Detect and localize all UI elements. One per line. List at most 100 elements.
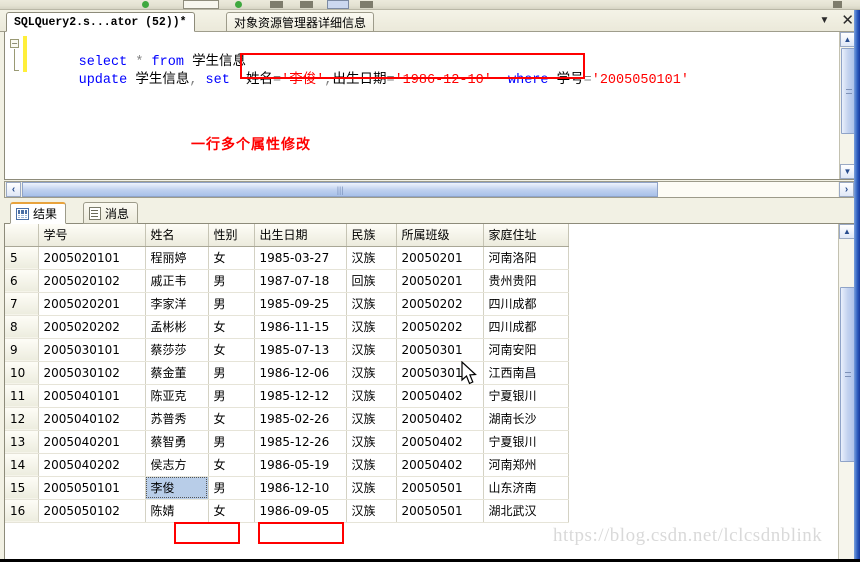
table-cell[interactable]: 1985-02-26: [254, 407, 347, 431]
table-row[interactable]: 12 2005040102 苏普秀女 1985-02-26 汉族 20050402 湖南长沙: [5, 407, 569, 431]
tab-messages[interactable]: 消息: [83, 202, 139, 224]
table-cell[interactable]: 男: [208, 361, 255, 385]
table-cell[interactable]: 汉族: [346, 384, 397, 408]
table-cell[interactable]: 男: [208, 384, 255, 408]
table-cell[interactable]: 2005030102: [38, 361, 146, 385]
table-cell[interactable]: 1985-09-25: [254, 292, 347, 316]
table-cell[interactable]: 2005050101: [38, 476, 146, 500]
close-icon[interactable]: ✕: [841, 13, 854, 28]
editor-scroll-thumb[interactable]: [841, 48, 855, 134]
row-number[interactable]: 8: [5, 315, 39, 339]
toolbar-overflow-icon[interactable]: [833, 1, 842, 8]
table-cell[interactable]: 20050301: [396, 338, 484, 362]
table-cell[interactable]: 回族: [346, 269, 397, 293]
table-cell[interactable]: 20050201: [396, 269, 484, 293]
table-cell[interactable]: 1986-09-05: [254, 499, 347, 523]
table-cell[interactable]: 1986-11-15: [254, 315, 347, 339]
table-cell[interactable]: 四川成都: [483, 292, 569, 316]
scroll-down-icon[interactable]: ▼: [840, 164, 855, 179]
table-cell[interactable]: 汉族: [346, 476, 397, 500]
table-cell[interactable]: 河南郑州: [483, 453, 569, 477]
column-header-zhuzhi[interactable]: 家庭住址: [483, 224, 569, 247]
editor-horizontal-scrollbar[interactable]: ‹ ||| ›: [4, 181, 856, 198]
table-cell[interactable]: 20050402: [396, 407, 484, 431]
table-cell[interactable]: 20050402: [396, 430, 484, 454]
scroll-right-icon[interactable]: ›: [839, 182, 854, 197]
table-cell[interactable]: 1986-12-06: [254, 361, 347, 385]
table-row[interactable]: 13 2005040201 蔡智勇男 1985-12-26 汉族 20050402 宁夏银川: [5, 430, 569, 454]
table-cell[interactable]: 男: [208, 430, 255, 454]
table-cell[interactable]: 蔡莎莎: [145, 338, 209, 362]
table-cell[interactable]: 女: [208, 499, 255, 523]
table-cell[interactable]: 2005020101: [38, 246, 146, 270]
table-cell[interactable]: 1986-12-10: [254, 476, 347, 500]
table-cell[interactable]: 汉族: [346, 292, 397, 316]
hscroll-thumb[interactable]: |||: [22, 182, 659, 197]
table-cell[interactable]: 湖南长沙: [483, 407, 569, 431]
row-number[interactable]: 13: [5, 430, 39, 454]
table-cell[interactable]: 女: [208, 246, 255, 270]
results-grid[interactable]: 学号 姓名 性别 出生日期 民族 所属班级 家庭住址 5 2005020101 程丽…: [4, 223, 856, 562]
grid-scroll-up-icon[interactable]: ▲: [839, 224, 855, 239]
table-cell[interactable]: 女: [208, 315, 255, 339]
table-cell[interactable]: 20050201: [396, 246, 484, 270]
row-number[interactable]: 10: [5, 361, 39, 385]
table-cell[interactable]: 汉族: [346, 361, 397, 385]
table-cell[interactable]: 汉族: [346, 499, 397, 523]
table-cell[interactable]: 戚正韦: [145, 269, 209, 293]
column-header-xingming[interactable]: 姓名: [145, 224, 209, 247]
row-number[interactable]: 7: [5, 292, 39, 316]
table-cell[interactable]: 男: [208, 476, 255, 500]
scroll-up-icon[interactable]: ▲: [840, 32, 855, 47]
tab-object-explorer-details[interactable]: 对象资源管理器详细信息: [226, 12, 375, 32]
row-number[interactable]: 11: [5, 384, 39, 408]
table-cell[interactable]: 2005020202: [38, 315, 146, 339]
table-cell[interactable]: 汉族: [346, 430, 397, 454]
table-cell[interactable]: 侯志方: [145, 453, 209, 477]
table-cell[interactable]: 2005040201: [38, 430, 146, 454]
table-cell[interactable]: 20050202: [396, 292, 484, 316]
table-cell[interactable]: 宁夏银川: [483, 430, 569, 454]
row-number[interactable]: 6: [5, 269, 39, 293]
table-cell[interactable]: 山东济南: [483, 476, 569, 500]
table-cell[interactable]: 汉族: [346, 315, 397, 339]
scroll-left-icon[interactable]: ‹: [6, 182, 21, 197]
row-number[interactable]: 12: [5, 407, 39, 431]
table-cell[interactable]: 2005040202: [38, 453, 146, 477]
row-number[interactable]: 16: [5, 499, 39, 523]
table-cell[interactable]: 男: [208, 292, 255, 316]
table-cell[interactable]: 孟彬彬: [145, 315, 209, 339]
table-cell[interactable]: 女: [208, 453, 255, 477]
table-cell[interactable]: 陈婧: [145, 499, 209, 523]
table-row[interactable]: 15 2005050101 李俊男 1986-12-10 汉族 20050501 山东济南: [5, 476, 569, 500]
plan-icon[interactable]: [327, 0, 349, 9]
table-cell[interactable]: 1987-07-18: [254, 269, 347, 293]
table-cell[interactable]: 2005020102: [38, 269, 146, 293]
table-row[interactable]: 6 2005020102 戚正韦男 1987-07-18 回族 20050201 贵州贵阳: [5, 269, 569, 293]
row-number[interactable]: 15: [5, 476, 39, 500]
table-cell[interactable]: 20050402: [396, 384, 484, 408]
table-cell[interactable]: 2005040101: [38, 384, 146, 408]
sql-editor-pane[interactable]: − select * from 学生信息 update 学生信息, set 姓名…: [4, 32, 856, 180]
table-row[interactable]: 5 2005020101 程丽婷女 1985-03-27 汉族 20050201 河南洛阳: [5, 246, 569, 270]
row-number[interactable]: 9: [5, 338, 39, 362]
table-cell[interactable]: 汉族: [346, 338, 397, 362]
table-row[interactable]: 10 2005030102 蔡金董男 1986-12-06 汉族 20050301 江西南昌: [5, 361, 569, 385]
results-icon[interactable]: [360, 1, 373, 8]
table-cell[interactable]: 女: [208, 338, 255, 362]
table-cell[interactable]: 程丽婷: [145, 246, 209, 270]
table-cell[interactable]: 蔡金董: [145, 361, 209, 385]
table-cell[interactable]: 2005050102: [38, 499, 146, 523]
table-cell[interactable]: 李家洋: [145, 292, 209, 316]
table-cell[interactable]: 1985-12-26: [254, 430, 347, 454]
table-cell[interactable]: 河南安阳: [483, 338, 569, 362]
grid-vertical-scrollbar[interactable]: ▲: [838, 224, 855, 561]
table-cell[interactable]: 1985-07-13: [254, 338, 347, 362]
table-row[interactable]: 7 2005020201 李家洋男 1985-09-25 汉族 20050202 四川成都: [5, 292, 569, 316]
row-number[interactable]: 14: [5, 453, 39, 477]
table-cell[interactable]: 汉族: [346, 453, 397, 477]
table-cell[interactable]: 1985-03-27: [254, 246, 347, 270]
column-header-banji[interactable]: 所属班级: [396, 224, 484, 247]
table-row[interactable]: 8 2005020202 孟彬彬女 1986-11-15 汉族 20050202 四川成都: [5, 315, 569, 339]
table-cell[interactable]: 贵州贵阳: [483, 269, 569, 293]
